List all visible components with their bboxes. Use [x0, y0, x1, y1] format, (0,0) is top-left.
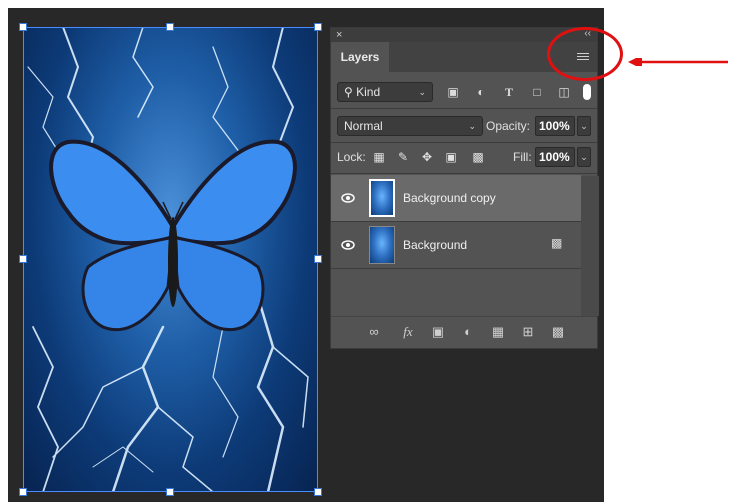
layers-scrollbar[interactable]: [581, 176, 599, 316]
transform-handle-bottom-left[interactable]: [19, 488, 27, 496]
add-mask-icon[interactable]: ▣: [429, 323, 447, 341]
adjustment-layer-icon[interactable]: ◐: [459, 323, 477, 341]
transform-bounding-box[interactable]: [23, 27, 318, 492]
transform-handle-left[interactable]: [19, 255, 27, 263]
annotation-arrow-icon: [628, 58, 728, 66]
tab-layers[interactable]: Layers: [331, 42, 389, 72]
filter-toggle-switch[interactable]: [583, 84, 591, 100]
fill-dropdown-icon[interactable]: ⌄: [577, 147, 591, 167]
layer-name[interactable]: Background: [403, 236, 467, 254]
opacity-label: Opacity:: [486, 119, 531, 133]
layer-row[interactable]: Background ▩: [331, 222, 581, 268]
blend-mode-select[interactable]: Normal ⌄: [337, 116, 483, 136]
lock-icon[interactable]: ▩: [551, 236, 562, 250]
layer-row[interactable]: Background copy: [331, 175, 581, 221]
transform-handle-top[interactable]: [166, 23, 174, 31]
lock-row: Lock: ▦ ✎ ✥ ▣ ▩ Fill: 100% ⌄: [331, 147, 597, 167]
panel-close-button[interactable]: ×: [336, 28, 342, 42]
visibility-eye-icon[interactable]: [341, 191, 355, 205]
delete-layer-icon[interactable]: ▩: [549, 323, 567, 341]
fill-label: Fill:: [513, 150, 532, 164]
layers-panel: × ‹‹ Layers ⚲ Kind ⌄ ▣ ◐ T □ ◫ Normal ⌄ …: [330, 27, 599, 349]
transform-handle-bottom[interactable]: [166, 488, 174, 496]
chevron-down-icon: ⌄: [468, 121, 476, 131]
transform-handle-bottom-right[interactable]: [314, 488, 322, 496]
link-layers-icon[interactable]: ∞: [365, 323, 383, 341]
lock-all-icon[interactable]: ▩: [470, 147, 486, 167]
image-filter-icon[interactable]: ▣: [445, 82, 461, 102]
new-group-icon[interactable]: ▦: [489, 323, 507, 341]
new-layer-icon[interactable]: ⊞: [519, 323, 537, 341]
divider: [331, 142, 597, 143]
filter-kind-value: Kind: [356, 85, 381, 99]
search-icon: ⚲: [344, 85, 353, 99]
transform-handle-right[interactable]: [314, 255, 322, 263]
lock-image-pixels-icon[interactable]: ✎: [395, 147, 411, 167]
divider: [331, 268, 581, 269]
annotation-circle: [547, 27, 623, 81]
lock-label: Lock:: [337, 150, 366, 164]
chevron-down-icon: ⌄: [418, 87, 426, 97]
opacity-field[interactable]: 100%: [535, 116, 575, 136]
fill-field[interactable]: 100%: [535, 147, 575, 167]
visibility-eye-icon[interactable]: [341, 238, 355, 252]
fx-icon[interactable]: fx: [399, 323, 417, 341]
transform-handle-top-left[interactable]: [19, 23, 27, 31]
panel-footer: ∞ fx ▣ ◐ ▦ ⊞ ▩: [331, 316, 597, 347]
divider: [331, 108, 597, 109]
opacity-dropdown-icon[interactable]: ⌄: [577, 116, 591, 136]
blend-row: Normal ⌄ Opacity: 100% ⌄: [331, 116, 597, 136]
blend-mode-value: Normal: [344, 119, 383, 133]
layer-filter-row: ⚲ Kind ⌄ ▣ ◐ T □ ◫: [331, 82, 597, 102]
layer-thumbnail: [369, 179, 395, 217]
type-filter-icon[interactable]: T: [501, 82, 517, 102]
lock-position-icon[interactable]: ✥: [419, 147, 435, 167]
filter-kind-select[interactable]: ⚲ Kind ⌄: [337, 82, 433, 102]
lock-artboard-icon[interactable]: ▣: [443, 147, 459, 167]
layer-name[interactable]: Background copy: [403, 189, 496, 207]
shape-filter-icon[interactable]: □: [529, 82, 545, 102]
divider: [331, 173, 597, 174]
lock-transparent-pixels-icon[interactable]: ▦: [371, 147, 387, 167]
transform-handle-top-right[interactable]: [314, 23, 322, 31]
smart-object-filter-icon[interactable]: ◫: [556, 82, 572, 102]
adjustment-filter-icon[interactable]: ◐: [473, 82, 489, 102]
layer-thumbnail: [369, 226, 395, 264]
